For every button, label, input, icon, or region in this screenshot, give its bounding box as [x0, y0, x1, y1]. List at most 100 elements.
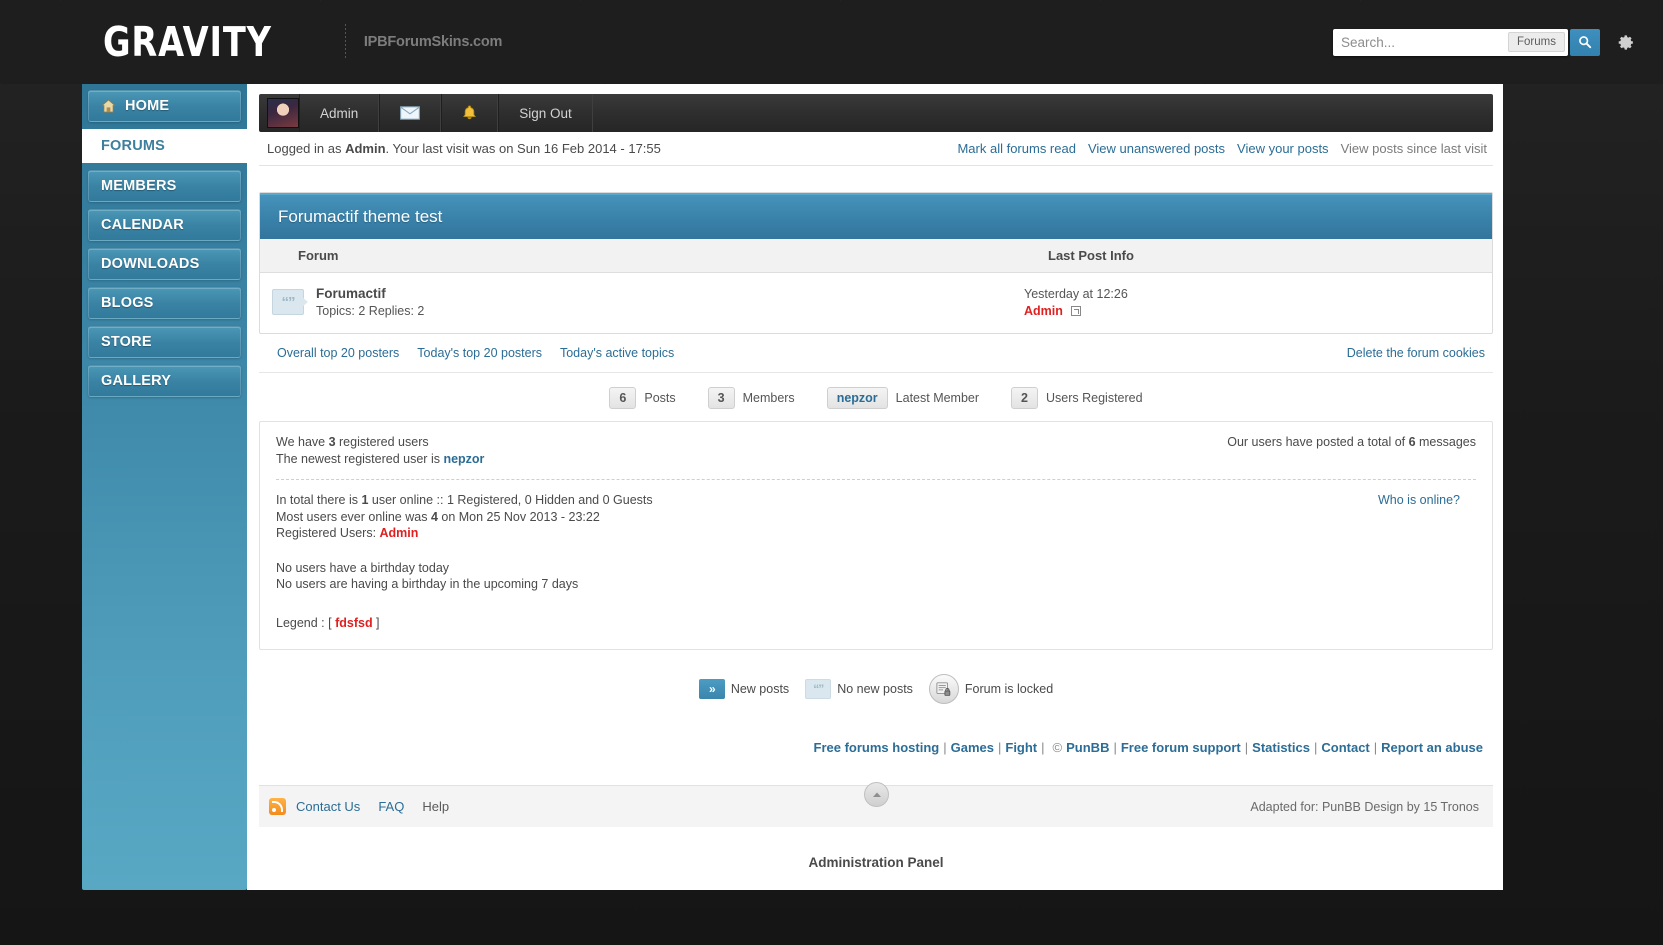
sidebar-item-store[interactable]: STORE: [88, 326, 241, 358]
separator: |: [1113, 740, 1117, 755]
newest-user-link[interactable]: nepzor: [443, 452, 484, 466]
column-header-last-post: Last Post Info: [1048, 248, 1134, 263]
chevron-up-icon: [872, 792, 881, 797]
forum-toplinks-bar: Overall top 20 posters Today's top 20 po…: [259, 334, 1493, 373]
legend-label: Legend : [: [276, 615, 336, 630]
settings-button[interactable]: [1618, 34, 1635, 51]
registered-online-user[interactable]: Admin: [380, 526, 419, 540]
forum-row: “” Forumactif Topics: 2 Replies: 2 Yeste…: [260, 273, 1492, 333]
latest-member-label: Latest Member: [895, 391, 980, 405]
page-layout: HOME FORUMS MEMBERS CALENDAR DOWNLOADS B…: [0, 84, 1663, 890]
registered-prefix: We have: [276, 435, 329, 449]
forum-icon-key: » New posts “” No new posts Forum is loc…: [259, 650, 1493, 714]
brand: GRAVITY IPBForumSkins.com: [103, 21, 503, 63]
faq-link[interactable]: FAQ: [378, 799, 404, 814]
latest-member-badge[interactable]: nepzor: [826, 387, 888, 409]
sidebar-item-blogs[interactable]: BLOGS: [88, 287, 241, 319]
sidebar-item-label: MEMBERS: [101, 178, 177, 194]
registered-count: 3: [328, 435, 336, 449]
last-post-date: Yesterday at 12:26: [1024, 286, 1128, 301]
contact-link[interactable]: Contact: [1321, 740, 1369, 755]
today-active-topics-link[interactable]: Today's active topics: [560, 346, 674, 360]
games-link[interactable]: Games: [951, 740, 994, 755]
help-link[interactable]: Help: [422, 799, 449, 814]
contact-us-link[interactable]: Contact Us: [296, 799, 360, 814]
view-posts-since-visit-link[interactable]: View posts since last visit: [1341, 141, 1487, 156]
legend-group-link[interactable]: fdsfsd: [335, 616, 373, 630]
search-button[interactable]: [1570, 28, 1600, 56]
sidebar-item-label: BLOGS: [101, 295, 154, 311]
sidebar-item-gallery[interactable]: GALLERY: [88, 365, 241, 397]
sidebar-item-downloads[interactable]: DOWNLOADS: [88, 248, 241, 280]
notifications-button[interactable]: [441, 94, 499, 132]
scroll-to-top-button[interactable]: [864, 782, 889, 807]
forum-table-header: Forum Last Post Info: [260, 239, 1492, 273]
legend-close: ]: [372, 615, 380, 630]
sidebar-item-calendar[interactable]: CALENDAR: [88, 209, 241, 241]
sign-out-button[interactable]: Sign Out: [498, 94, 593, 132]
gear-icon: [1618, 34, 1633, 50]
site-tagline: IPBForumSkins.com: [363, 34, 503, 50]
members-count-label: Members: [742, 391, 795, 405]
sidebar-item-label: HOME: [125, 98, 170, 114]
search-area: Forums: [1333, 28, 1635, 56]
site-header: GRAVITY IPBForumSkins.com Forums: [0, 0, 1663, 84]
sidebar-item-forums[interactable]: FORUMS: [82, 129, 247, 163]
punbb-link[interactable]: PunBB: [1066, 740, 1109, 755]
today-top-posters-link[interactable]: Today's top 20 posters: [417, 346, 542, 360]
view-unanswered-link[interactable]: View unanswered posts: [1088, 141, 1225, 156]
bottom-bar: Contact Us FAQ Help Adapted for: PunBB D…: [259, 782, 1493, 827]
overall-top-posters-link[interactable]: Overall top 20 posters: [277, 346, 399, 360]
total-messages-note: Our users have posted a total of 6 messa…: [1227, 434, 1476, 451]
online-block: Who is online? In total there is 1 user …: [276, 492, 1476, 542]
goto-last-post-icon[interactable]: [1071, 305, 1082, 316]
users-registered-label: Users Registered: [1046, 391, 1143, 405]
view-your-posts-link[interactable]: View your posts: [1237, 141, 1329, 156]
sidebar-item-home[interactable]: HOME: [88, 90, 241, 122]
birthday-today-line: No users have a birthday today: [276, 560, 450, 575]
record-count: 4: [430, 509, 438, 524]
locked-forum-icon: [928, 674, 959, 704]
separator: |: [1244, 740, 1249, 755]
page-root: GRAVITY IPBForumSkins.com Forums: [0, 0, 1663, 945]
rss-icon[interactable]: [269, 798, 286, 815]
separator: |: [1313, 740, 1318, 755]
administration-panel-link[interactable]: Administration Panel: [259, 827, 1493, 890]
sidebar-item-label: CALENDAR: [101, 217, 184, 233]
category-title[interactable]: Forumactif theme test: [260, 193, 1492, 239]
search-scope-select[interactable]: Forums: [1508, 32, 1565, 52]
footer-link-bar: Free forums hosting | Games | Fight | © PunBB | F…: [259, 714, 1493, 777]
statistics-link[interactable]: Statistics: [1252, 740, 1310, 755]
users-registered-badge: 2: [1011, 387, 1038, 409]
free-forums-hosting-link[interactable]: Free forums hosting: [814, 740, 940, 755]
username-link[interactable]: Admin: [299, 94, 380, 132]
last-post-author[interactable]: Admin: [1024, 304, 1063, 318]
members-count-badge: 3: [707, 387, 735, 409]
sidebar-item-members[interactable]: MEMBERS: [88, 170, 241, 202]
total-posts-suffix: messages: [1415, 435, 1476, 449]
new-posts-label: New posts: [730, 682, 790, 696]
online-record-line: Most users ever online was 4 on Mon 25 N…: [276, 509, 1476, 526]
main-sidebar: HOME FORUMS MEMBERS CALENDAR DOWNLOADS B…: [82, 84, 247, 890]
mark-all-read-link[interactable]: Mark all forums read: [957, 141, 1075, 156]
who-is-online-link[interactable]: Who is online?: [1378, 492, 1460, 509]
locked-forum-label: Forum is locked: [964, 682, 1054, 696]
report-abuse-link[interactable]: Report an abuse: [1381, 740, 1483, 755]
messages-button[interactable]: [379, 94, 442, 132]
no-new-posts-icon: “”: [805, 679, 832, 699]
record-prefix: Most users ever online was: [276, 509, 431, 524]
login-username: Admin: [345, 141, 386, 156]
avatar[interactable]: [267, 98, 299, 128]
free-forum-support-link[interactable]: Free forum support: [1121, 740, 1241, 755]
home-icon: [101, 99, 116, 113]
sidebar-item-label: STORE: [101, 334, 152, 350]
column-header-forum: Forum: [298, 248, 339, 263]
delete-cookies-link[interactable]: Delete the forum cookies: [1347, 346, 1485, 360]
separator: |: [997, 740, 1002, 755]
fight-link[interactable]: Fight: [1005, 740, 1037, 755]
registered-users-label: Registered Users:: [276, 526, 380, 540]
forum-name-link[interactable]: Forumactif: [316, 286, 424, 301]
search-input[interactable]: [1333, 29, 1509, 55]
search-icon: [1579, 36, 1592, 49]
main-content: Admin Sign Out Logged in as Admin. Your …: [247, 84, 1503, 890]
